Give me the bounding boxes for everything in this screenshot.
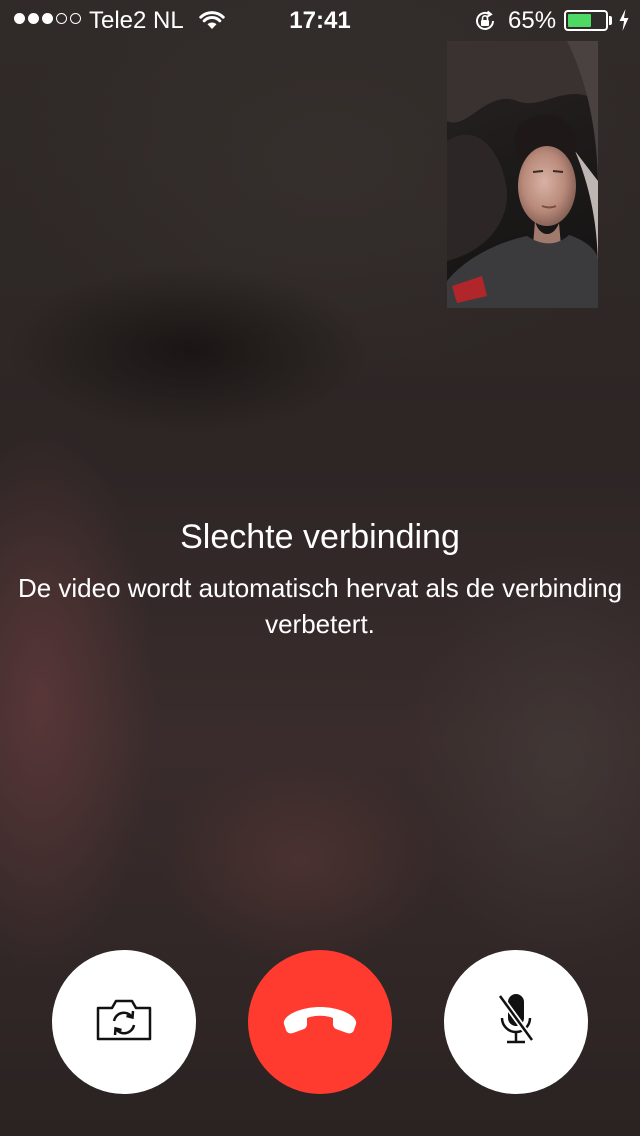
flip-camera-button[interactable] [52, 950, 196, 1094]
self-preview-image [447, 41, 598, 308]
battery-tip [609, 16, 612, 25]
self-camera-preview[interactable] [447, 41, 598, 308]
battery-percentage: 65% [508, 7, 557, 34]
camera-flip-icon [94, 998, 154, 1047]
battery-icon [564, 10, 608, 31]
rotation-lock-icon [473, 9, 497, 40]
message-line-2: verbetert. [265, 609, 375, 639]
microphone-muted-icon [496, 992, 536, 1053]
charging-icon [618, 8, 630, 39]
message-title: Slechte verbinding [180, 518, 460, 556]
mute-button[interactable] [444, 950, 588, 1094]
phone-hangup-icon [278, 1002, 362, 1043]
battery-level-fill [568, 14, 592, 27]
facetime-call-screen: Tele2 NL 17:41 65% Slechte verbinding De… [0, 0, 640, 1136]
status-bar: Tele2 NL 17:41 65% [0, 0, 640, 40]
message-body: De video wordt automatisch hervat als de… [0, 570, 640, 642]
end-call-button[interactable] [248, 950, 392, 1094]
message-line-1: De video wordt automatisch hervat als de… [17, 573, 623, 603]
